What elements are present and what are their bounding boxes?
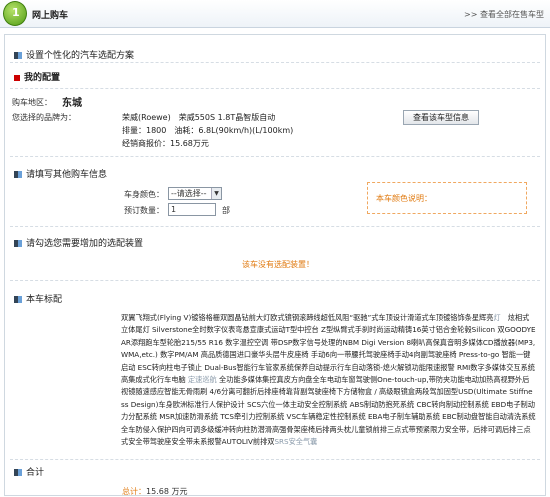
section-bullet-icon [14,240,22,247]
divider [10,88,540,89]
region-value: 东城 [62,98,82,109]
chevron-down-icon[interactable]: ▼ [211,188,221,199]
quantity-unit: 部 [222,206,230,215]
color-note-box: 本车颜色说明： [367,182,527,214]
summary-heading-text: 合计 [26,468,45,478]
region-label: 购车地区： [12,98,52,107]
quantity-label: 预订数量： [124,206,164,215]
divider [10,156,540,157]
section-bullet-icon [14,171,22,178]
section-bullet-icon [14,52,22,59]
standard-features-text: 双翼飞翔式(Flying V)镀铬格栅双圆晶钻前大灯欧式镜钢滚蹄线超低风阻“驱驰… [121,312,536,448]
divider [10,62,540,63]
divider [10,280,540,281]
dealer-price: 经销商报价：15.68万元 [122,139,209,148]
total-label: 总计： [122,487,146,496]
optional-heading-text: 请勾选您需要增加的选配装置 [26,239,144,249]
feature-text-segment: SRS安全气囊 [274,437,318,447]
color-note-text: 本车颜色说明： [376,194,432,203]
standard-heading: 本车标配 [14,292,62,305]
feature-text-segment: 定速巡航 [187,375,217,385]
divider [10,459,540,460]
color-select[interactable]: --请选择-- ▼ [168,187,222,200]
config-heading-text: 我的配置 [24,73,61,83]
config-heading: 我的配置 [14,70,60,83]
quantity-input[interactable]: 1 [168,203,216,216]
feature-text-segment: 双翼飞翔式(Flying V)镀铬格栅双圆晶钻前大灯欧式镜钢滚蹄线超低风阻“驱驰… [121,313,494,322]
red-square-icon [14,74,20,81]
logo-icon [3,1,27,26]
no-options-message: 该车没有选配装置！ [242,260,314,269]
feature-text-segment: 炫相式立体尾灯 Silverstone全时数字仪表弯悬宣康式运动T型中控台 Z型… [121,313,536,385]
summary-heading: 合计 [14,465,44,478]
page-title: 网上购车 [32,11,69,21]
color-label: 车身颜色： [124,190,164,199]
optional-heading: 请勾选您需要增加的选配装置 [14,236,143,249]
total-price: 总计：15.68 万元 [122,486,187,497]
brand-specs: 排量：1800 油耗：6.8L(90km/h)(L/100km) [122,126,294,135]
section-bullet-icon [14,296,22,303]
header-bar: 网上购车 >> 查看全部在售车型 [0,0,550,28]
view-all-models-link[interactable]: >> 查看全部在售车型 [464,9,544,20]
view-model-info-button[interactable]: 查看该车型信息 [403,110,479,125]
section-bullet-icon [14,469,22,476]
total-value: 15.68 万元 [146,487,188,496]
color-select-value: --请选择-- [171,189,207,198]
customize-heading: 设置个性化的汽车选配方案 [14,48,134,61]
standard-heading-text: 本车标配 [26,295,63,305]
feature-text-segment: 灯 [493,313,501,322]
divider [10,226,540,227]
customize-heading-text: 设置个性化的汽车选配方案 [26,51,135,61]
brand-label: 您选择的品牌为： [12,113,76,122]
other-info-heading-text: 请填写其他购车信息 [26,170,108,180]
brand-model: 荣威(Roewe) 荣威550S 1.8T晶智版自动 [122,113,276,122]
other-info-heading: 请填写其他购车信息 [14,167,107,180]
